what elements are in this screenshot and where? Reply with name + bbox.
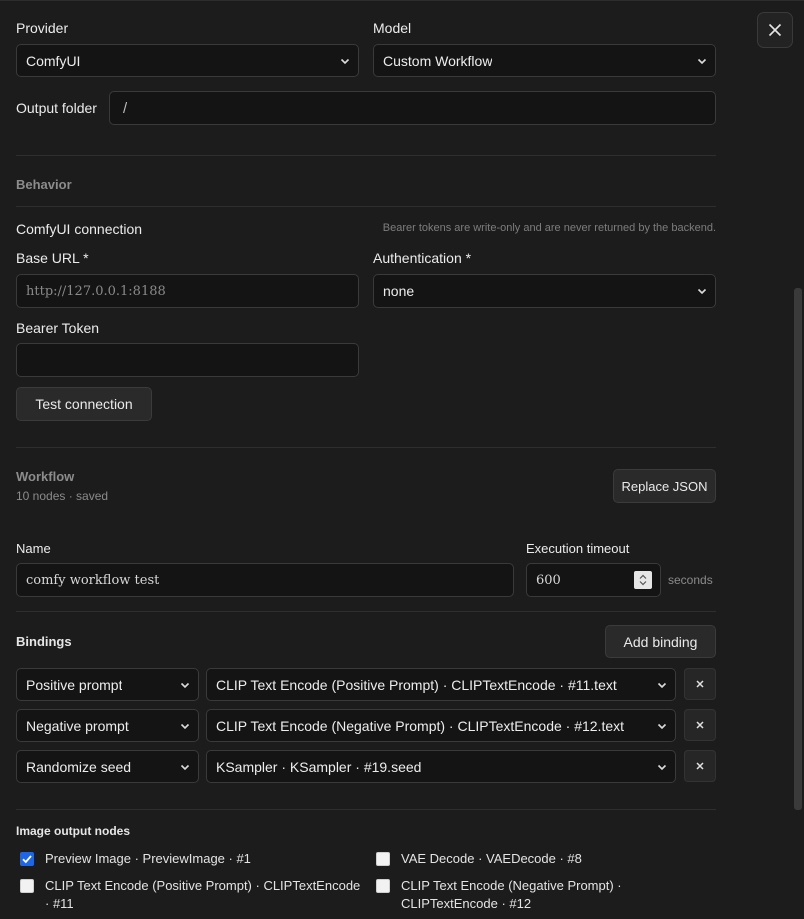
binding-target-value: CLIP Text Encode (Negative Prompt) · CLI… [216, 717, 625, 734]
bearer-token-input[interactable] [16, 343, 359, 377]
binding-kind-value: Randomize seed [26, 758, 132, 775]
chevron-down-icon [657, 682, 667, 688]
model-label: Model [373, 20, 412, 36]
auth-label: Authentication * [373, 250, 472, 266]
binding-kind-select[interactable]: Positive prompt [16, 668, 199, 701]
name-label: Name [16, 541, 51, 556]
close-icon [768, 23, 782, 37]
top-border [0, 0, 804, 1]
check-icon [22, 855, 32, 864]
test-connection-button[interactable]: Test connection [16, 387, 152, 421]
binding-kind-select[interactable]: Randomize seed [16, 750, 199, 783]
chevron-down-icon [340, 58, 350, 64]
connection-title: ComfyUI connection [16, 221, 143, 237]
binding-kind-select[interactable]: Negative prompt [16, 709, 199, 742]
base-url-input[interactable]: http://127.0.0.1:8188 [16, 274, 359, 308]
chevron-down-icon [657, 723, 667, 729]
output-folder-label: Output folder [16, 100, 97, 116]
output-node-label: Preview Image · PreviewImage · #1 [45, 851, 251, 866]
workflow-status: 10 nodes · saved [16, 489, 109, 503]
binding-target-select[interactable]: CLIP Text Encode (Positive Prompt) · CLI… [206, 668, 676, 701]
provider-select[interactable]: ComfyUI [16, 44, 359, 77]
workflow-name-input[interactable]: comfy workflow test [16, 563, 514, 597]
chevron-down-icon [697, 58, 707, 64]
output-folder-input[interactable]: / [109, 91, 716, 125]
divider [16, 447, 716, 448]
stepper-icon[interactable] [634, 571, 652, 589]
model-select[interactable]: Custom Workflow [373, 44, 716, 77]
chevron-down-icon [657, 764, 667, 770]
output-node-label: CLIP Text Encode (Positive Prompt) · CLI… [45, 878, 361, 911]
replace-json-button[interactable]: Replace JSON [613, 469, 716, 503]
chevron-down-icon [180, 764, 190, 770]
workflow-title: Workflow [16, 469, 75, 484]
image-output-title: Image output nodes [16, 824, 130, 838]
timeout-label: Execution timeout [526, 541, 630, 556]
output-node-checkbox[interactable] [376, 852, 390, 866]
connection-hint: Bearer tokens are write-only and are nev… [382, 222, 716, 234]
provider-value: ComfyUI [26, 52, 81, 69]
chevron-down-icon [697, 288, 707, 295]
output-node-label: CLIP Text Encode (Negative Prompt) · CLI… [401, 878, 622, 911]
model-value: Custom Workflow [383, 52, 493, 69]
close-icon [696, 762, 704, 770]
bindings-title: Bindings [16, 634, 72, 649]
base-url-placeholder: http://127.0.0.1:8188 [26, 283, 166, 299]
chevron-down-icon [180, 723, 190, 729]
behavior-title: Behavior [16, 177, 72, 192]
binding-kind-value: Positive prompt [26, 676, 123, 693]
output-node-checkbox[interactable] [376, 879, 390, 893]
auth-select[interactable]: none [373, 274, 716, 308]
binding-target-select[interactable]: CLIP Text Encode (Negative Prompt) · CLI… [206, 709, 676, 742]
bearer-token-label: Bearer Token [16, 320, 100, 336]
base-url-label: Base URL * [16, 250, 89, 266]
binding-target-value: KSampler · KSampler · #19.seed [216, 758, 422, 775]
auth-value: none [383, 283, 415, 299]
binding-target-select[interactable]: KSampler · KSampler · #19.seed [206, 750, 676, 783]
divider [16, 155, 716, 156]
output-node-checkbox[interactable] [20, 852, 34, 866]
remove-binding-button[interactable] [684, 709, 716, 741]
chevron-down-icon [180, 682, 190, 688]
close-icon [696, 680, 704, 688]
provider-label: Provider [16, 20, 69, 36]
output-node-checkbox[interactable] [20, 879, 34, 893]
binding-target-value: CLIP Text Encode (Positive Prompt) · CLI… [216, 676, 617, 693]
divider [16, 809, 716, 810]
output-node-label: VAE Decode · VAEDecode · #8 [401, 851, 582, 866]
timeout-unit: seconds [668, 573, 713, 587]
timeout-value: 600 [536, 572, 561, 588]
remove-binding-button[interactable] [684, 750, 716, 782]
binding-kind-value: Negative prompt [26, 717, 129, 734]
workflow-name-value: comfy workflow test [26, 572, 160, 588]
remove-binding-button[interactable] [684, 668, 716, 700]
close-icon [696, 721, 704, 729]
divider [16, 611, 716, 612]
output-folder-value: / [123, 99, 128, 117]
divider [16, 206, 716, 207]
scrollbar[interactable] [794, 288, 802, 810]
add-binding-button[interactable]: Add binding [605, 625, 716, 658]
timeout-input[interactable]: 600 [526, 563, 661, 597]
close-button[interactable] [757, 12, 793, 48]
